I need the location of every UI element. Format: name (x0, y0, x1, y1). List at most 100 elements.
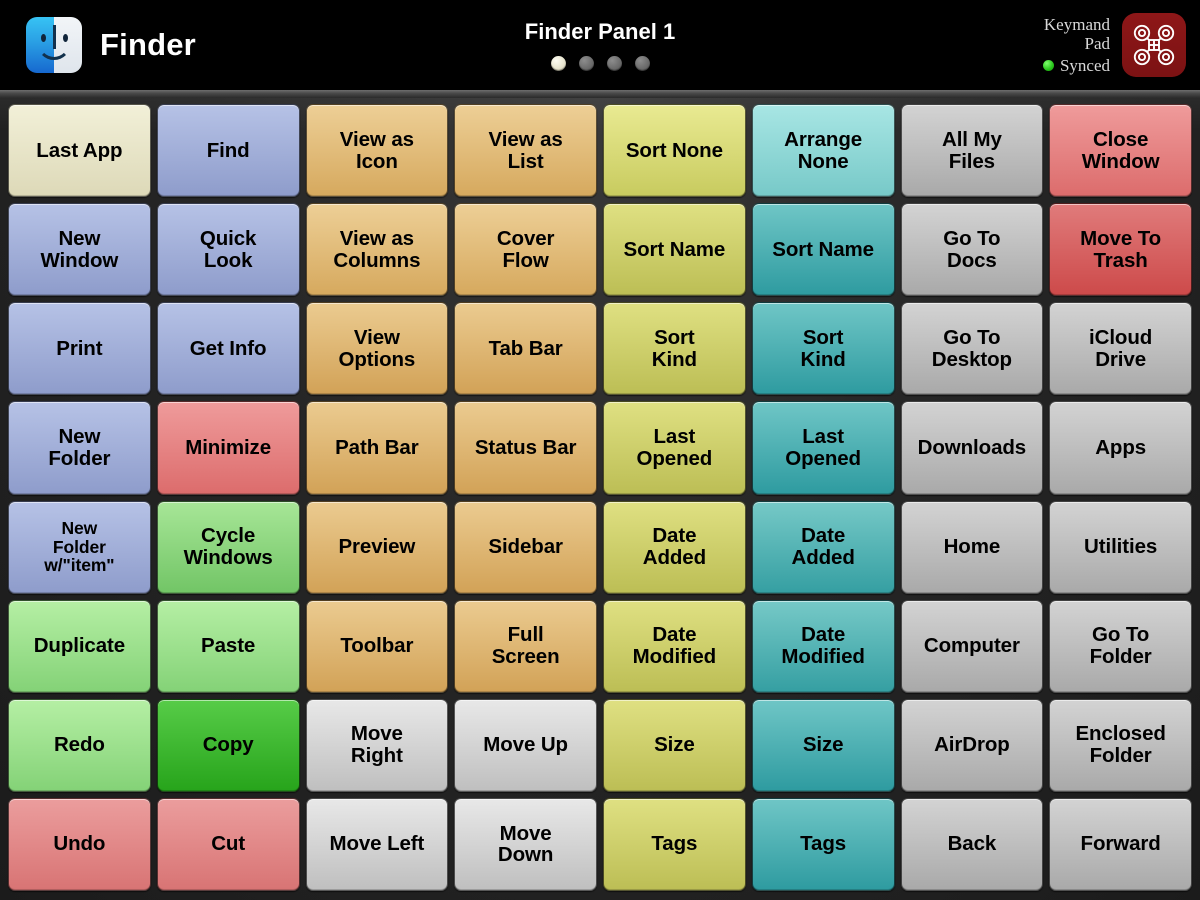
pad-key-sort-kind[interactable]: Sort Kind (751, 302, 895, 396)
pad-key-size[interactable]: Size (603, 698, 746, 792)
pad-key-tags[interactable]: Tags (603, 797, 746, 891)
pad-key-date-added[interactable]: Date Added (603, 500, 746, 594)
pad-key-downloads[interactable]: Downloads (900, 401, 1044, 495)
quadcopter-logo-icon (1133, 24, 1175, 66)
pad-key-label: Enclosed Folder (1075, 722, 1166, 768)
pad-key-undo[interactable]: Undo (8, 797, 151, 891)
pad-key-view-as-columns[interactable]: View as Columns (305, 203, 449, 297)
pad-key-redo[interactable]: Redo (8, 698, 151, 792)
pad-key-label: Last Opened (636, 425, 713, 470)
pad-key-last-app[interactable]: Last App (8, 104, 151, 198)
pad-key-cycle-windows[interactable]: Cycle Windows (156, 500, 300, 594)
pad-key-last-opened[interactable]: Last Opened (603, 401, 746, 495)
pad-key-cover-flow[interactable]: Cover Flow (454, 203, 597, 297)
page-dot-1[interactable] (550, 56, 566, 71)
pad-key-label: Sort Name (623, 237, 726, 261)
pad-key-new-window[interactable]: New Window (8, 203, 151, 297)
pad-key-airdrop[interactable]: AirDrop (900, 698, 1044, 792)
pad-key-back[interactable]: Back (900, 797, 1044, 891)
pad-key-find[interactable]: Find (156, 104, 300, 198)
pad-key-size[interactable]: Size (751, 698, 895, 792)
pad-key-all-my-files[interactable]: All My Files (900, 104, 1044, 198)
pad-key-label: Cover Flow (496, 226, 555, 272)
pad-key-go-to-folder[interactable]: Go To Folder (1049, 599, 1192, 693)
pad-key-utilities[interactable]: Utilities (1049, 500, 1192, 594)
pad-key-label: Apps (1095, 435, 1147, 459)
pad-key-date-modified[interactable]: Date Modified (751, 599, 895, 693)
pad-key-label: View Options (338, 325, 416, 371)
pad-key-move-right[interactable]: Move Right (305, 698, 449, 792)
pad-key-go-to-docs[interactable]: Go To Docs (900, 203, 1044, 297)
pad-key-minimize[interactable]: Minimize (156, 401, 300, 495)
pad-key-sort-name[interactable]: Sort Name (603, 203, 746, 297)
pad-key-path-bar[interactable]: Path Bar (305, 401, 449, 495)
finder-face-icon (26, 17, 82, 73)
pad-key-label: View as Columns (333, 226, 421, 272)
pad-key-date-added[interactable]: Date Added (751, 500, 895, 594)
pad-key-new-folder[interactable]: New Folder (8, 401, 151, 495)
pad-key-label: Tags (651, 832, 698, 856)
pad-key-move-to-trash[interactable]: Move To Trash (1049, 203, 1192, 297)
pad-key-sort-none[interactable]: Sort None (603, 104, 746, 198)
page-dot-4[interactable] (634, 56, 650, 71)
pad-key-label: Path Bar (335, 435, 419, 459)
pad-key-close-window[interactable]: Close Window (1049, 104, 1192, 198)
pad-key-forward[interactable]: Forward (1049, 797, 1192, 891)
pad-key-view-options[interactable]: View Options (305, 302, 449, 396)
pad-key-copy[interactable]: Copy (156, 698, 300, 792)
pad-key-move-down[interactable]: Move Down (454, 797, 597, 891)
pad-key-status-bar[interactable]: Status Bar (454, 401, 597, 495)
pad-key-home[interactable]: Home (900, 500, 1044, 594)
pad-key-tab-bar[interactable]: Tab Bar (454, 302, 597, 396)
pad-key-sort-name[interactable]: Sort Name (751, 203, 895, 297)
pad-key-print[interactable]: Print (8, 302, 151, 396)
pad-key-move-up[interactable]: Move Up (454, 698, 597, 792)
page-dots[interactable] (550, 56, 650, 71)
brand-block: Keymand Pad Synced (1042, 0, 1186, 90)
page-dot-3[interactable] (606, 56, 622, 71)
pad-key-get-info[interactable]: Get Info (156, 302, 300, 396)
pad-key-label: Downloads (917, 435, 1027, 459)
pad-key-label: New Window (40, 226, 119, 272)
pad-key-label: View as List (488, 127, 563, 173)
pad-key-sort-kind[interactable]: Sort Kind (603, 302, 746, 396)
pad-key-last-opened[interactable]: Last Opened (751, 401, 895, 495)
brand-line-1: Keymand (1043, 15, 1110, 35)
pad-key-icloud-drive[interactable]: iCloud Drive (1049, 302, 1192, 396)
pad-key-label: Move Left (329, 832, 425, 856)
pad-key-label: Last App (36, 138, 123, 162)
brand-text: Keymand Pad Synced (1042, 15, 1110, 75)
sync-status: Synced (1042, 56, 1110, 75)
pad-key-arrange-none[interactable]: Arrange None (751, 104, 895, 198)
pad-key-label: Move To Trash (1080, 226, 1162, 272)
pad-key-full-screen[interactable]: Full Screen (454, 599, 597, 693)
pad-key-sidebar[interactable]: Sidebar (454, 500, 597, 594)
pad-key-computer[interactable]: Computer (900, 599, 1044, 693)
pad-key-label: Size (654, 733, 695, 757)
pad-key-go-to-desktop[interactable]: Go To Desktop (900, 302, 1044, 396)
pad-top-bevel (0, 90, 1200, 98)
pad-key-label: Close Window (1081, 127, 1160, 173)
pad-key-preview[interactable]: Preview (305, 500, 449, 594)
pad-key-paste[interactable]: Paste (156, 599, 300, 693)
pad-key-move-left[interactable]: Move Left (305, 797, 449, 891)
page-dot-2[interactable] (578, 56, 594, 71)
pad-key-tags[interactable]: Tags (751, 797, 895, 891)
pad-key-label: New Folder (48, 425, 111, 470)
pad-key-label: Sort Name (772, 237, 874, 261)
pad-key-label: Sort None (625, 138, 723, 162)
pad-key-new-folder-w-item[interactable]: New Folder w/"item" (8, 500, 151, 594)
pad-key-date-modified[interactable]: Date Modified (603, 599, 746, 693)
pad-key-quick-look[interactable]: Quick Look (156, 203, 300, 297)
pad-key-enclosed-folder[interactable]: Enclosed Folder (1049, 698, 1192, 792)
pad-key-cut[interactable]: Cut (156, 797, 300, 891)
pad-key-view-as-list[interactable]: View as List (454, 104, 597, 198)
pad-key-label: Sort Kind (800, 325, 846, 371)
pad-key-label: Sort Kind (651, 325, 697, 371)
pad-key-apps[interactable]: Apps (1049, 401, 1192, 495)
pad-key-view-as-icon[interactable]: View as Icon (305, 104, 449, 198)
pad-key-toolbar[interactable]: Toolbar (305, 599, 449, 693)
keymand-pad-logo[interactable] (1122, 13, 1186, 77)
pad-key-label: Go To Docs (943, 226, 1001, 272)
pad-key-duplicate[interactable]: Duplicate (8, 599, 151, 693)
